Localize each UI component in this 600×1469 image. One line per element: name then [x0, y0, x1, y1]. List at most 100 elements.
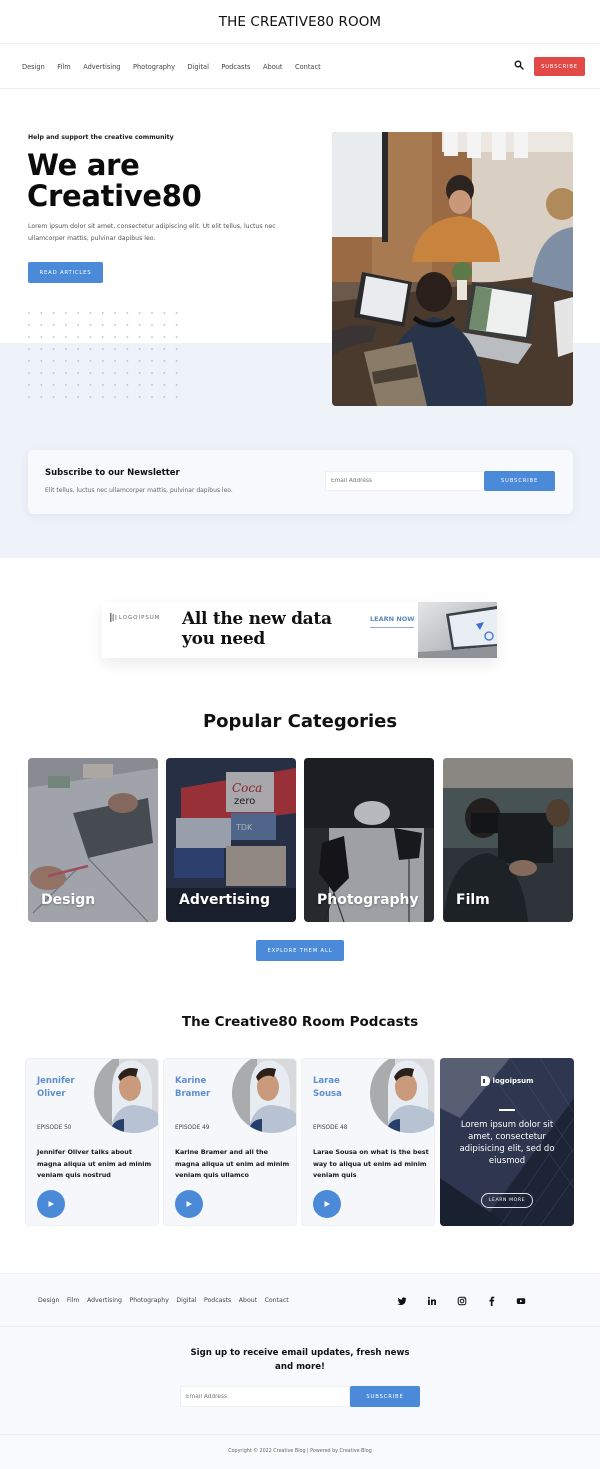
newsletter-email-input[interactable] — [325, 471, 485, 491]
grid-dot — [77, 348, 80, 350]
podcast-host-avatar — [370, 1059, 434, 1133]
header-subscribe-button[interactable]: SUBSCRIBE — [534, 57, 585, 76]
grid-dot — [175, 312, 178, 314]
play-button[interactable] — [37, 1190, 65, 1218]
grid-dot — [101, 312, 104, 314]
category-card-design[interactable]: Design — [28, 758, 158, 922]
grid-dot — [126, 360, 129, 362]
nav-item-contact[interactable]: Contact — [295, 63, 321, 71]
ad-logo: LOGOIPSUM — [110, 613, 160, 622]
grid-dot — [151, 372, 153, 374]
footer-email-input[interactable] — [180, 1386, 350, 1407]
nav-item-about[interactable]: About — [263, 63, 283, 71]
grid-dot — [126, 372, 129, 374]
promo-text: Lorem ipsum dolor sit amet, consectetur … — [459, 1120, 555, 1166]
newsletter-subscribe-button[interactable]: SUBSCRIBE — [484, 471, 555, 491]
promo-learn-more-button[interactable]: LEARN MORE — [481, 1193, 533, 1208]
footer-nav: Design Film Advertising Photography Digi… — [0, 1274, 600, 1327]
grid-dot — [28, 372, 30, 374]
footer-link-film[interactable]: Film — [67, 1297, 80, 1304]
facebook-icon[interactable] — [487, 1296, 497, 1306]
grid-dot — [126, 396, 129, 398]
nav-item-digital[interactable]: Digital — [188, 63, 209, 71]
youtube-icon[interactable] — [516, 1296, 526, 1306]
category-card-photography[interactable]: Photography — [304, 758, 434, 922]
nav-item-advertising[interactable]: Advertising — [83, 63, 120, 71]
podcast-host-name: Larae Sousa — [313, 1075, 373, 1101]
ad-headline: All the new data you need — [182, 609, 332, 649]
grid-dot — [151, 348, 153, 350]
play-button[interactable] — [313, 1190, 341, 1218]
nav-item-design[interactable]: Design — [22, 63, 45, 71]
twitter-icon[interactable] — [397, 1296, 407, 1306]
nav-item-film[interactable]: Film — [57, 63, 70, 71]
grid-dot — [163, 360, 166, 362]
grid-dot — [89, 336, 92, 338]
grid-dot — [163, 372, 166, 374]
grid-dot — [65, 372, 67, 374]
linkedin-icon[interactable] — [427, 1296, 437, 1306]
footer-link-photography[interactable]: Photography — [129, 1297, 168, 1304]
hero-title-line-2: Creative80 — [27, 179, 202, 213]
search-icon[interactable] — [514, 60, 524, 70]
grid-dot — [151, 360, 153, 362]
categories-heading: Popular Categories — [202, 711, 398, 732]
grid-dot — [138, 312, 141, 314]
footer-link-digital[interactable]: Digital — [176, 1297, 196, 1304]
grid-dot — [175, 324, 178, 326]
grid-dot — [65, 312, 67, 314]
podcast-description: Jennifer Oliver talks about magna aliqua… — [37, 1148, 152, 1179]
host-last-name: Oliver — [37, 1089, 66, 1099]
category-label: Photography — [317, 892, 419, 908]
grid-dot — [77, 324, 80, 326]
ad-learn-now-link[interactable]: LEARN NOW — [370, 615, 415, 628]
logo-mark-icon — [110, 613, 117, 622]
category-card-advertising[interactable]: Coca zero TDK Advertising — [166, 758, 296, 922]
footer-link-about[interactable]: About — [239, 1297, 257, 1304]
grid-dot — [163, 396, 166, 398]
grid-dot — [151, 312, 153, 314]
host-first-name: Larae — [313, 1076, 340, 1086]
podcasts-heading: The Creative80 Room Podcasts — [181, 1014, 419, 1030]
play-button[interactable] — [175, 1190, 203, 1218]
grid-dot — [65, 324, 67, 326]
grid-dot — [138, 396, 141, 398]
footer-link-advertising[interactable]: Advertising — [87, 1297, 122, 1304]
grid-dot — [101, 360, 104, 362]
site-title[interactable]: THE CREATIVE80 ROOM — [0, 0, 600, 44]
ad-logo-text: LOGOIPSUM — [119, 614, 161, 621]
footer-link-contact[interactable]: Contact — [265, 1297, 289, 1304]
decorative-dot-grid — [28, 312, 178, 398]
ad-banner[interactable]: LOGOIPSUM All the new data you need LEAR… — [102, 602, 497, 658]
grid-dot — [138, 336, 141, 338]
grid-dot — [40, 324, 43, 326]
grid-dot — [126, 336, 129, 338]
instagram-icon[interactable] — [457, 1296, 467, 1306]
read-articles-button[interactable]: READ ARTICLES — [28, 262, 103, 283]
grid-dot — [89, 372, 92, 374]
grid-dot — [28, 312, 30, 314]
host-last-name: Bramer — [175, 1089, 211, 1099]
category-card-film[interactable]: Film — [443, 758, 573, 922]
podcast-card[interactable]: Larae Sousa EPISODE 48 Larae Sousa on wh… — [301, 1058, 435, 1226]
grid-dot — [89, 312, 92, 314]
hero-image — [332, 132, 573, 406]
footer-link-podcasts[interactable]: Podcasts — [204, 1297, 231, 1304]
podcast-card[interactable]: Jennifer Oliver EPISODE 50 Jennifer Oliv… — [25, 1058, 159, 1226]
grid-dot — [77, 312, 80, 314]
grid-dot — [40, 396, 43, 398]
grid-dot — [114, 372, 116, 374]
explore-them-all-button[interactable]: EXPLORE THEM ALL — [256, 940, 344, 961]
podcast-card[interactable]: Karine Bramer EPISODE 49 Karine Bramer a… — [163, 1058, 297, 1226]
podcast-host-avatar — [94, 1059, 158, 1133]
nav-item-photography[interactable]: Photography — [133, 63, 175, 71]
grid-dot — [77, 372, 80, 374]
grid-dot — [101, 372, 104, 374]
nav-item-podcasts[interactable]: Podcasts — [221, 63, 250, 71]
podcast-promo-card: logoipsum Lorem ipsum dolor sit amet, co… — [440, 1058, 574, 1226]
grid-dot — [89, 360, 92, 362]
footer-link-design[interactable]: Design — [38, 1297, 59, 1304]
footer-subscribe-button[interactable]: SUBSCRIBE — [350, 1386, 420, 1407]
grid-dot — [52, 384, 55, 386]
grid-dot — [138, 360, 141, 362]
